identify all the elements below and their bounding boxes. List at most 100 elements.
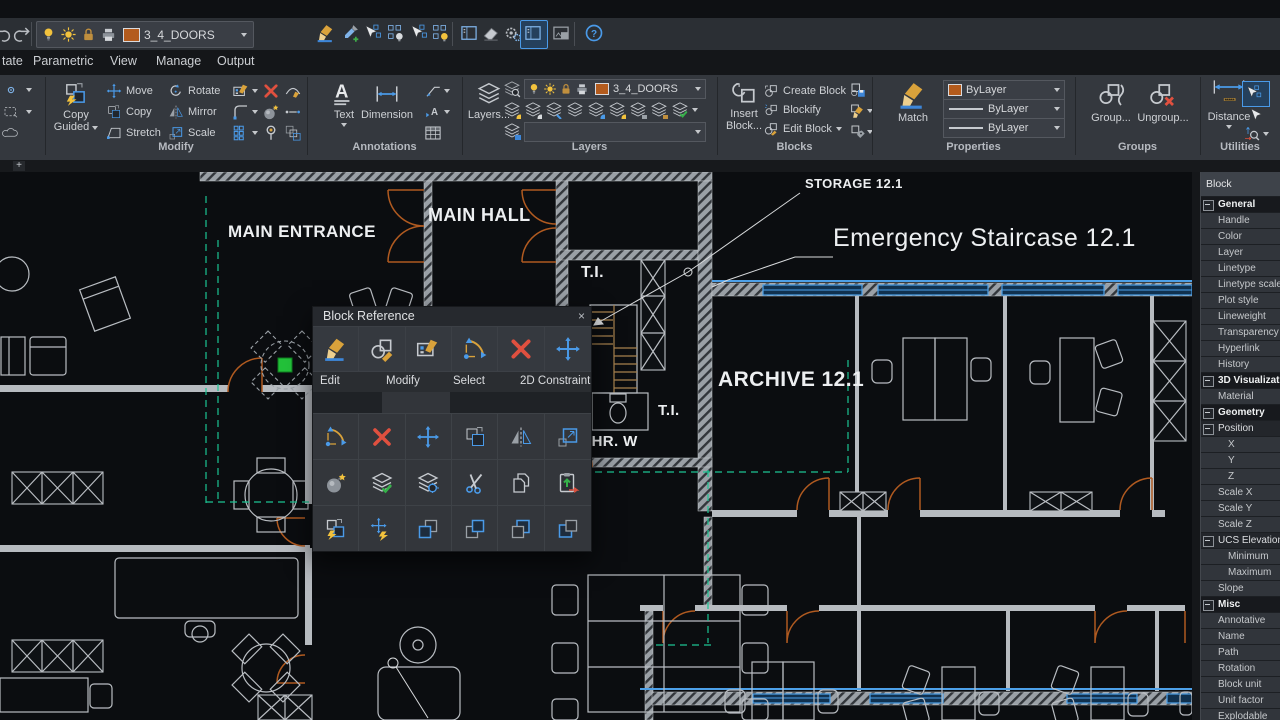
popup-quick-copy-button[interactable]	[313, 505, 359, 551]
layer-thaw-icon[interactable]	[566, 101, 584, 119]
popup-match-properties-button[interactable]	[313, 326, 359, 371]
canvas-scrollbar[interactable]	[1192, 172, 1200, 720]
property-row-maximum[interactable]: Maximum	[1201, 565, 1280, 581]
select-cursor-icon[interactable]	[1246, 107, 1264, 125]
property-row-misc[interactable]: Misc	[1201, 597, 1280, 613]
property-row-path[interactable]: Path	[1201, 645, 1280, 661]
select-similar-icon[interactable]	[363, 23, 383, 43]
settings-gear-icon[interactable]	[502, 23, 522, 43]
property-row-geometry[interactable]: Geometry	[1201, 405, 1280, 421]
property-row-handle[interactable]: Handle	[1201, 213, 1280, 229]
property-row-history[interactable]: History	[1201, 357, 1280, 373]
property-row-minimum[interactable]: Minimum	[1201, 549, 1280, 565]
layer-color-icon[interactable]	[587, 101, 605, 119]
popup-title[interactable]: Block Reference ×	[313, 307, 591, 326]
layer-off-icon[interactable]	[524, 101, 542, 119]
chevron-down-icon[interactable]	[252, 131, 258, 135]
copy-nested-icon[interactable]	[284, 124, 302, 142]
rotate-button[interactable]: Rotate	[168, 82, 220, 99]
help-icon[interactable]	[584, 23, 604, 43]
collapse-icon[interactable]	[1203, 424, 1214, 435]
property-row-name[interactable]: Name	[1201, 629, 1280, 645]
collapse-icon[interactable]	[1203, 536, 1214, 547]
popup-erase-button[interactable]	[498, 326, 544, 371]
property-row-scale-y[interactable]: Scale Y	[1201, 501, 1280, 517]
redo-icon[interactable]	[12, 23, 32, 43]
property-row-block-unit[interactable]: Block unit	[1201, 677, 1280, 693]
property-row-explodable[interactable]: Explodable	[1201, 709, 1280, 720]
block-reference-popup[interactable]: Block Reference × Edit Modify Select 2D …	[312, 306, 592, 552]
property-row-hyperlink[interactable]: Hyperlink	[1201, 341, 1280, 357]
edit-arc-icon[interactable]	[284, 82, 302, 100]
color-dropdown[interactable]: ByLayer	[943, 80, 1065, 100]
undo-icon[interactable]	[0, 23, 12, 43]
group-button[interactable]: Group...	[1085, 80, 1137, 124]
tab-output[interactable]: Output	[217, 54, 255, 68]
edit-block-button[interactable]: Edit Block	[763, 120, 842, 137]
viewport-panel-icon[interactable]	[551, 23, 571, 43]
popup-scale-button[interactable]	[545, 413, 591, 459]
property-row-color[interactable]: Color	[1201, 229, 1280, 245]
property-row-scale-z[interactable]: Scale Z	[1201, 517, 1280, 533]
panels-icon[interactable]	[459, 23, 479, 43]
blockify-button[interactable]: Blockify	[763, 101, 821, 118]
popup-edit-attributes-button[interactable]	[406, 326, 452, 371]
pin-icon[interactable]	[262, 124, 280, 142]
table-icon[interactable]	[424, 124, 442, 142]
scale-button[interactable]: Scale	[168, 124, 216, 141]
lineweight-dropdown[interactable]: ByLayer	[943, 118, 1065, 138]
layer-lock-tool-icon[interactable]	[629, 101, 647, 119]
property-row-y[interactable]: Y	[1201, 453, 1280, 469]
tab-view[interactable]: View	[110, 54, 137, 68]
isolate-objects-icon[interactable]	[386, 23, 406, 43]
layer-lock-icon[interactable]	[80, 26, 97, 43]
popup-send-to-back-button[interactable]	[452, 505, 498, 551]
erase-icon[interactable]	[262, 82, 280, 100]
popup-bring-to-front-button[interactable]	[406, 505, 452, 551]
popup-quick-move-button[interactable]	[359, 505, 405, 551]
popup-copy-clipboard-button[interactable]	[498, 459, 544, 505]
popup-mirror-button[interactable]	[498, 413, 544, 459]
property-row-unit-factor[interactable]: Unit factor	[1201, 693, 1280, 709]
property-row-z[interactable]: Z	[1201, 469, 1280, 485]
popup-2d-constraint-button[interactable]	[452, 326, 498, 371]
popup-cut-button[interactable]	[452, 459, 498, 505]
ungroup-button[interactable]: Ungroup...	[1133, 80, 1193, 124]
property-row-general[interactable]: General	[1201, 197, 1280, 213]
drawing-canvas[interactable]: MAIN ENTRANCEMAIN HALLT.I.STORAGE 12.1Em…	[0, 172, 1192, 720]
unisolate-objects-icon[interactable]	[431, 23, 451, 43]
chevron-down-icon[interactable]	[444, 110, 450, 114]
collapse-icon[interactable]	[1203, 408, 1214, 419]
layer-state-dropdown[interactable]	[524, 122, 706, 142]
popup-set-layer-button[interactable]	[359, 459, 405, 505]
layer-sun-icon[interactable]	[608, 101, 626, 119]
chevron-down-icon[interactable]	[444, 89, 450, 93]
block-attribute-icon[interactable]	[849, 123, 867, 141]
popup-move-button[interactable]	[545, 326, 591, 371]
layer-freeze-all-icon[interactable]	[545, 101, 563, 119]
property-row-ucs-elevation[interactable]: UCS Elevation	[1201, 533, 1280, 549]
popup-edit-block-button[interactable]	[359, 326, 405, 371]
popup-erase2-button[interactable]	[359, 413, 405, 459]
break-line-icon[interactable]	[284, 103, 302, 121]
block-brush-icon[interactable]	[849, 102, 867, 120]
select-objects-icon[interactable]	[409, 23, 429, 43]
move-button[interactable]: Move	[106, 82, 153, 99]
center-point-icon[interactable]	[2, 81, 20, 99]
popup-paste-button[interactable]	[545, 459, 591, 505]
save-block-icon[interactable]	[849, 81, 867, 99]
layer-quick-field[interactable]: 3_4_DOORS	[36, 21, 254, 48]
layer-freeze-icon[interactable]	[60, 26, 77, 43]
layer-search-icon[interactable]	[503, 80, 521, 98]
chevron-down-icon[interactable]	[252, 110, 258, 114]
popup-rotate-constraint-button[interactable]	[313, 413, 359, 459]
tab-parametric[interactable]: Parametric	[33, 54, 93, 68]
popup-move2-button[interactable]	[406, 413, 452, 459]
chevron-down-icon[interactable]	[1263, 132, 1269, 136]
leader-icon[interactable]	[424, 82, 442, 100]
popup-move-to-layer-button[interactable]	[406, 459, 452, 505]
collapse-icon[interactable]	[1203, 376, 1214, 387]
layer-plot-icon[interactable]	[100, 26, 117, 43]
property-row-position[interactable]: Position	[1201, 421, 1280, 437]
collapse-icon[interactable]	[1203, 200, 1214, 211]
